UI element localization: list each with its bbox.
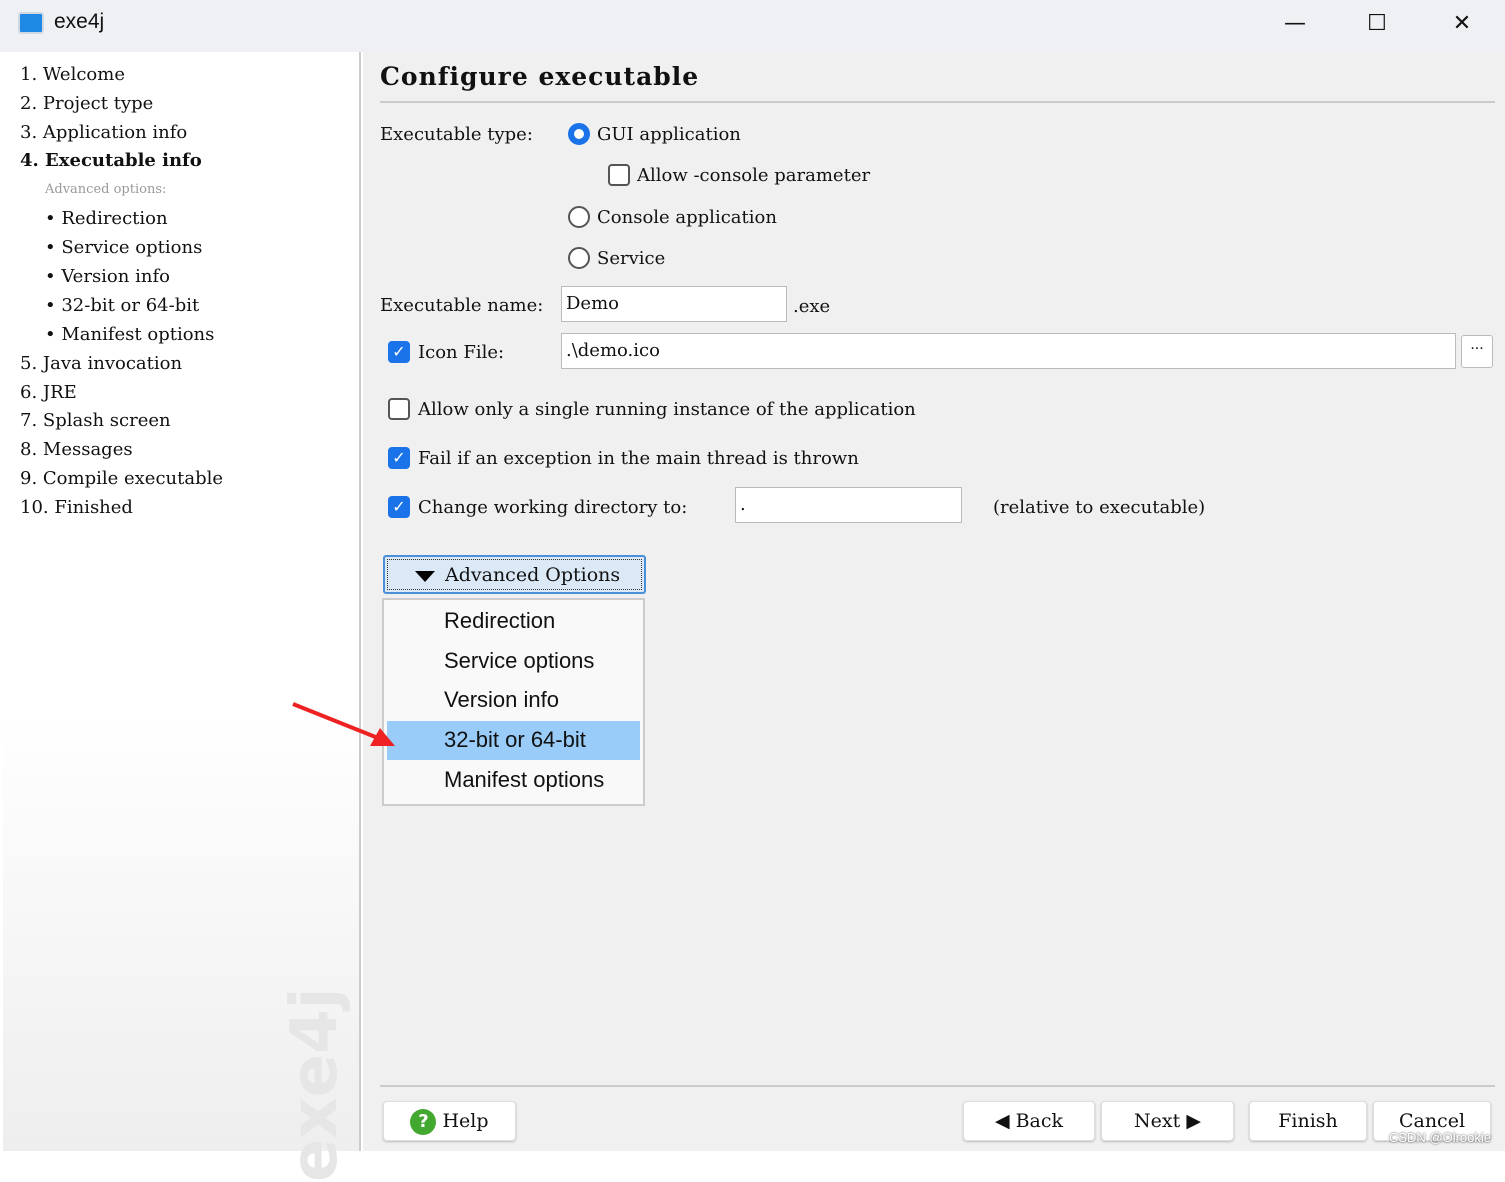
service-label[interactable]: Service [597,248,665,269]
relative-note: (relative to executable) [993,497,1206,518]
advanced-options-button[interactable]: Advanced Options [383,555,646,594]
sidebar: 1. Welcome 2. Project type 3. Applicatio… [3,52,361,1182]
sidebar-item-splash-screen[interactable]: 7. Splash screen [20,410,171,431]
menu-item-service-options[interactable]: Service options [387,642,640,681]
triangle-down-icon [415,571,435,582]
executable-type-label: Executable type: [380,124,533,145]
divider [380,101,1495,103]
fail-exception-checkbox[interactable]: ✓ [388,447,410,469]
main-panel: Configure executable Executable type: GU… [363,52,1505,1151]
minimize-button[interactable]: — [1265,6,1325,42]
gui-application-radio[interactable] [568,123,590,145]
sidebar-item-service-options[interactable]: • Service options [45,237,202,258]
back-button[interactable]: ◀ Back [963,1101,1095,1141]
console-application-label[interactable]: Console application [597,207,777,228]
sidebar-item-finished[interactable]: 10. Finished [20,497,133,518]
sidebar-item-application-info[interactable]: 3. Application info [20,122,187,143]
exe-suffix: .exe [793,296,831,317]
icon-file-checkbox[interactable]: ✓ [388,341,410,363]
console-application-radio[interactable] [568,206,590,228]
help-icon: ? [410,1109,437,1135]
icon-file-input[interactable]: .\demo.ico [561,333,1456,369]
window-title: exe4j [54,10,105,33]
sidebar-item-executable-info[interactable]: 4. Executable info [20,150,202,171]
back-label: Back [1015,1110,1064,1132]
sidebar-item-compile-executable[interactable]: 9. Compile executable [20,468,223,489]
advanced-options-menu: Redirection Service options Version info… [382,598,645,806]
sidebar-item-project-type[interactable]: 2. Project type [20,93,153,114]
allow-console-label[interactable]: Allow -console parameter [637,165,870,186]
sidebar-item-version-info[interactable]: • Version info [45,266,170,287]
page-title: Configure executable [380,62,700,91]
sidebar-item-jre[interactable]: 6. JRE [20,382,77,403]
arrow-right-icon: ▶ [1180,1110,1201,1132]
icon-file-label[interactable]: Icon File: [418,342,504,363]
app-icon [18,12,44,34]
single-instance-checkbox[interactable] [388,398,410,420]
next-button[interactable]: Next ▶ [1101,1101,1234,1141]
finish-button[interactable]: Finish [1249,1101,1367,1141]
menu-item-manifest-options[interactable]: Manifest options [387,761,640,800]
sidebar-item-manifest-options[interactable]: • Manifest options [45,324,214,345]
sidebar-advanced-options-label: Advanced options: [45,182,167,197]
advanced-options-label: Advanced Options [445,564,621,586]
single-instance-label[interactable]: Allow only a single running instance of … [418,399,916,420]
allow-console-checkbox[interactable] [608,164,630,186]
change-directory-checkbox[interactable]: ✓ [388,496,410,518]
close-button[interactable]: ✕ [1432,6,1492,42]
sidebar-item-java-invocation[interactable]: 5. Java invocation [20,353,182,374]
working-directory-input[interactable]: . [735,487,962,523]
menu-item-redirection[interactable]: Redirection [387,602,640,641]
sidebar-item-redirection[interactable]: • Redirection [45,208,168,229]
red-arrow-annotation [292,702,395,746]
sidebar-item-messages[interactable]: 8. Messages [20,439,133,460]
credit-watermark: CSDN @Olrookie [1388,1130,1491,1145]
exe4j-watermark-logo: exe4j [278,987,352,1182]
change-directory-label[interactable]: Change working directory to: [418,497,687,518]
menu-item-version-info[interactable]: Version info [387,681,640,720]
help-label: Help [442,1110,489,1132]
arrow-left-icon: ◀ [994,1110,1016,1132]
executable-name-label: Executable name: [380,295,544,316]
gui-application-label[interactable]: GUI application [597,124,741,145]
sidebar-item-32-64-bit[interactable]: • 32-bit or 64-bit [45,295,199,316]
next-label: Next [1134,1110,1181,1132]
maximize-button[interactable]: ☐ [1347,6,1407,42]
browse-icon-button[interactable]: ··· [1461,335,1493,368]
executable-name-input[interactable]: Demo [561,286,787,322]
sidebar-item-welcome[interactable]: 1. Welcome [20,64,125,85]
fail-exception-label[interactable]: Fail if an exception in the main thread … [418,448,859,469]
menu-item-32-64-bit[interactable]: 32-bit or 64-bit [387,721,640,760]
help-button[interactable]: ? Help [383,1101,516,1141]
divider [380,1085,1495,1087]
service-radio[interactable] [568,247,590,269]
title-bar: exe4j — ☐ ✕ [0,0,1505,52]
